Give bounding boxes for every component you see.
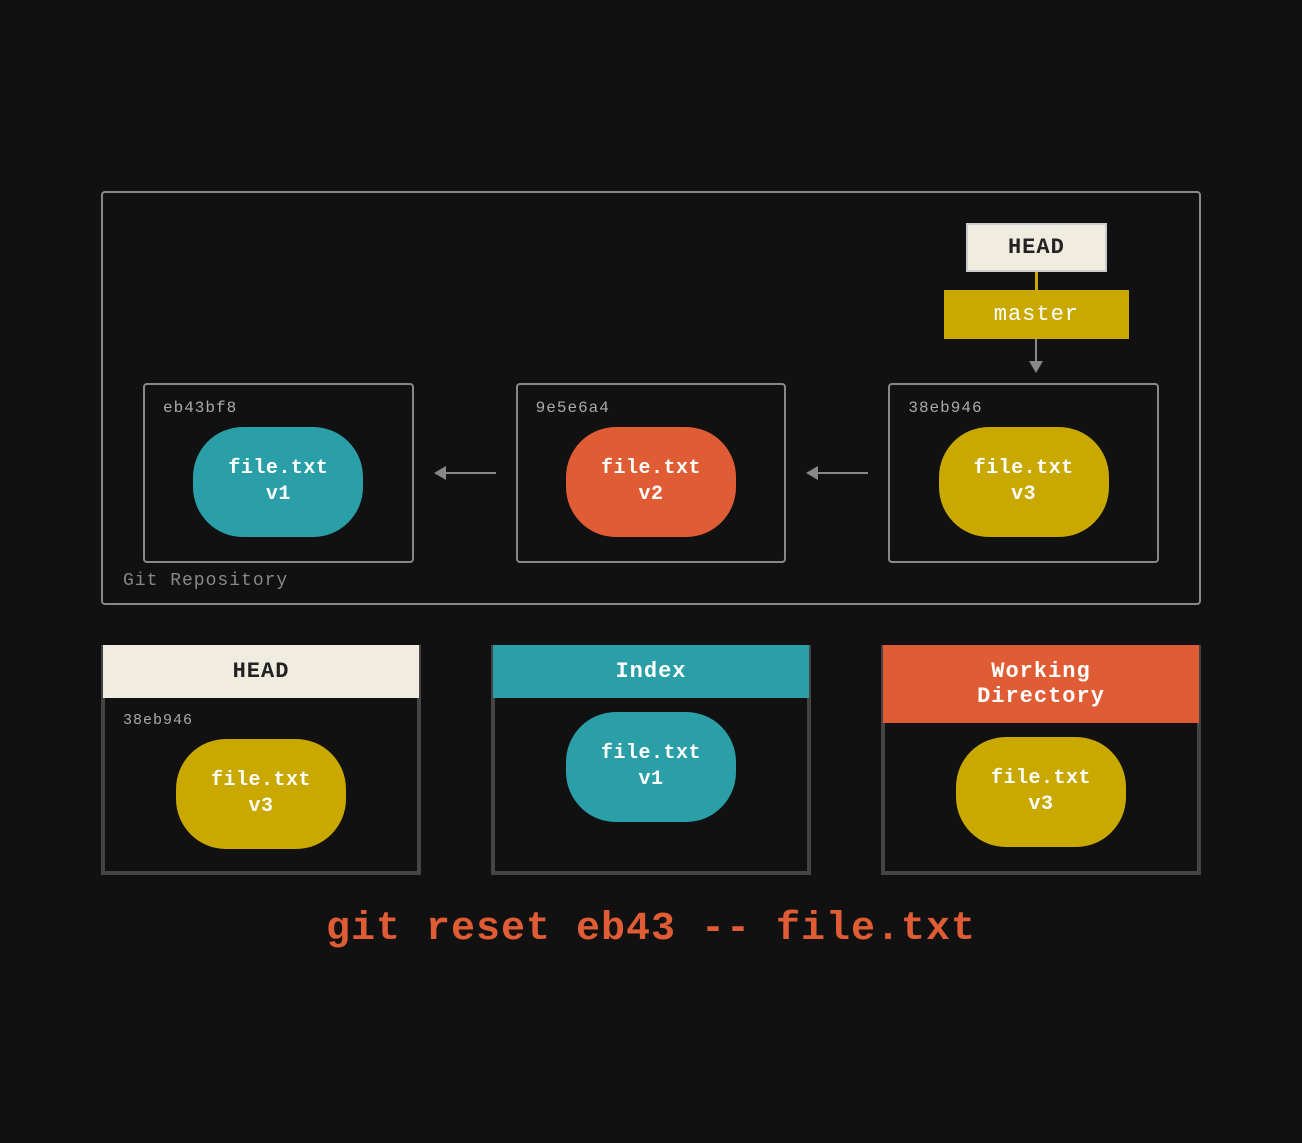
commit-hash-1: eb43bf8	[155, 399, 237, 417]
state-panels: HEAD 38eb946 file.txtv3 Index file.txtv1…	[101, 645, 1201, 875]
state-body-index: file.txtv1	[493, 698, 809, 873]
state-hash-head: 38eb946	[115, 712, 193, 729]
master-arrow-down	[1029, 339, 1043, 373]
arrow-line-1	[446, 472, 496, 474]
state-panel-wd: WorkingDirectory file.txtv3	[881, 645, 1201, 875]
arrow-line-2	[818, 472, 868, 474]
commit-box-eb43bf8: eb43bf8 file.txtv1	[143, 383, 414, 563]
git-repository-box: HEAD master eb43bf8 file.txtv1	[101, 191, 1201, 605]
state-header-index: Index	[493, 645, 809, 698]
commit-arrow-1	[434, 466, 496, 480]
bottom-section: HEAD 38eb946 file.txtv3 Index file.txtv1…	[101, 645, 1201, 952]
state-panel-head: HEAD 38eb946 file.txtv3	[101, 645, 421, 875]
commit-box-9e5e6a4: 9e5e6a4 file.txtv2	[516, 383, 787, 563]
state-blob-head: file.txtv3	[176, 739, 346, 849]
state-blob-wd: file.txtv3	[956, 737, 1126, 847]
state-panel-index: Index file.txtv1	[491, 645, 811, 875]
state-body-head: 38eb946 file.txtv3	[103, 698, 419, 873]
state-header-head: HEAD	[103, 645, 419, 698]
git-command: git reset eb43 -- file.txt	[326, 907, 976, 952]
commits-row: eb43bf8 file.txtv1 9e5e6a4 file.txtv2 38…	[143, 383, 1159, 563]
master-badge: master	[944, 290, 1129, 339]
commit-box-38eb946: 38eb946 file.txtv3	[888, 383, 1159, 563]
arrow-left-head-1	[434, 466, 446, 480]
commit-hash-2: 9e5e6a4	[528, 399, 610, 417]
state-header-wd: WorkingDirectory	[883, 645, 1199, 723]
blob-1: file.txtv1	[193, 427, 363, 537]
head-master-connector	[1035, 272, 1038, 290]
head-master-cluster: HEAD master	[143, 223, 1159, 373]
repo-label: Git Repository	[123, 571, 288, 591]
main-container: HEAD master eb43bf8 file.txtv1	[51, 191, 1251, 952]
arrow-left-head-2	[806, 466, 818, 480]
blob-2: file.txtv2	[566, 427, 736, 537]
arrow-line	[1035, 339, 1037, 361]
blob-3: file.txtv3	[939, 427, 1109, 537]
arrow-head	[1029, 361, 1043, 373]
state-blob-index: file.txtv1	[566, 712, 736, 822]
state-body-wd: file.txtv3	[883, 723, 1199, 873]
head-master-group: HEAD master	[944, 223, 1129, 373]
head-badge: HEAD	[966, 223, 1107, 272]
commit-hash-3: 38eb946	[900, 399, 982, 417]
commit-arrow-2	[806, 466, 868, 480]
